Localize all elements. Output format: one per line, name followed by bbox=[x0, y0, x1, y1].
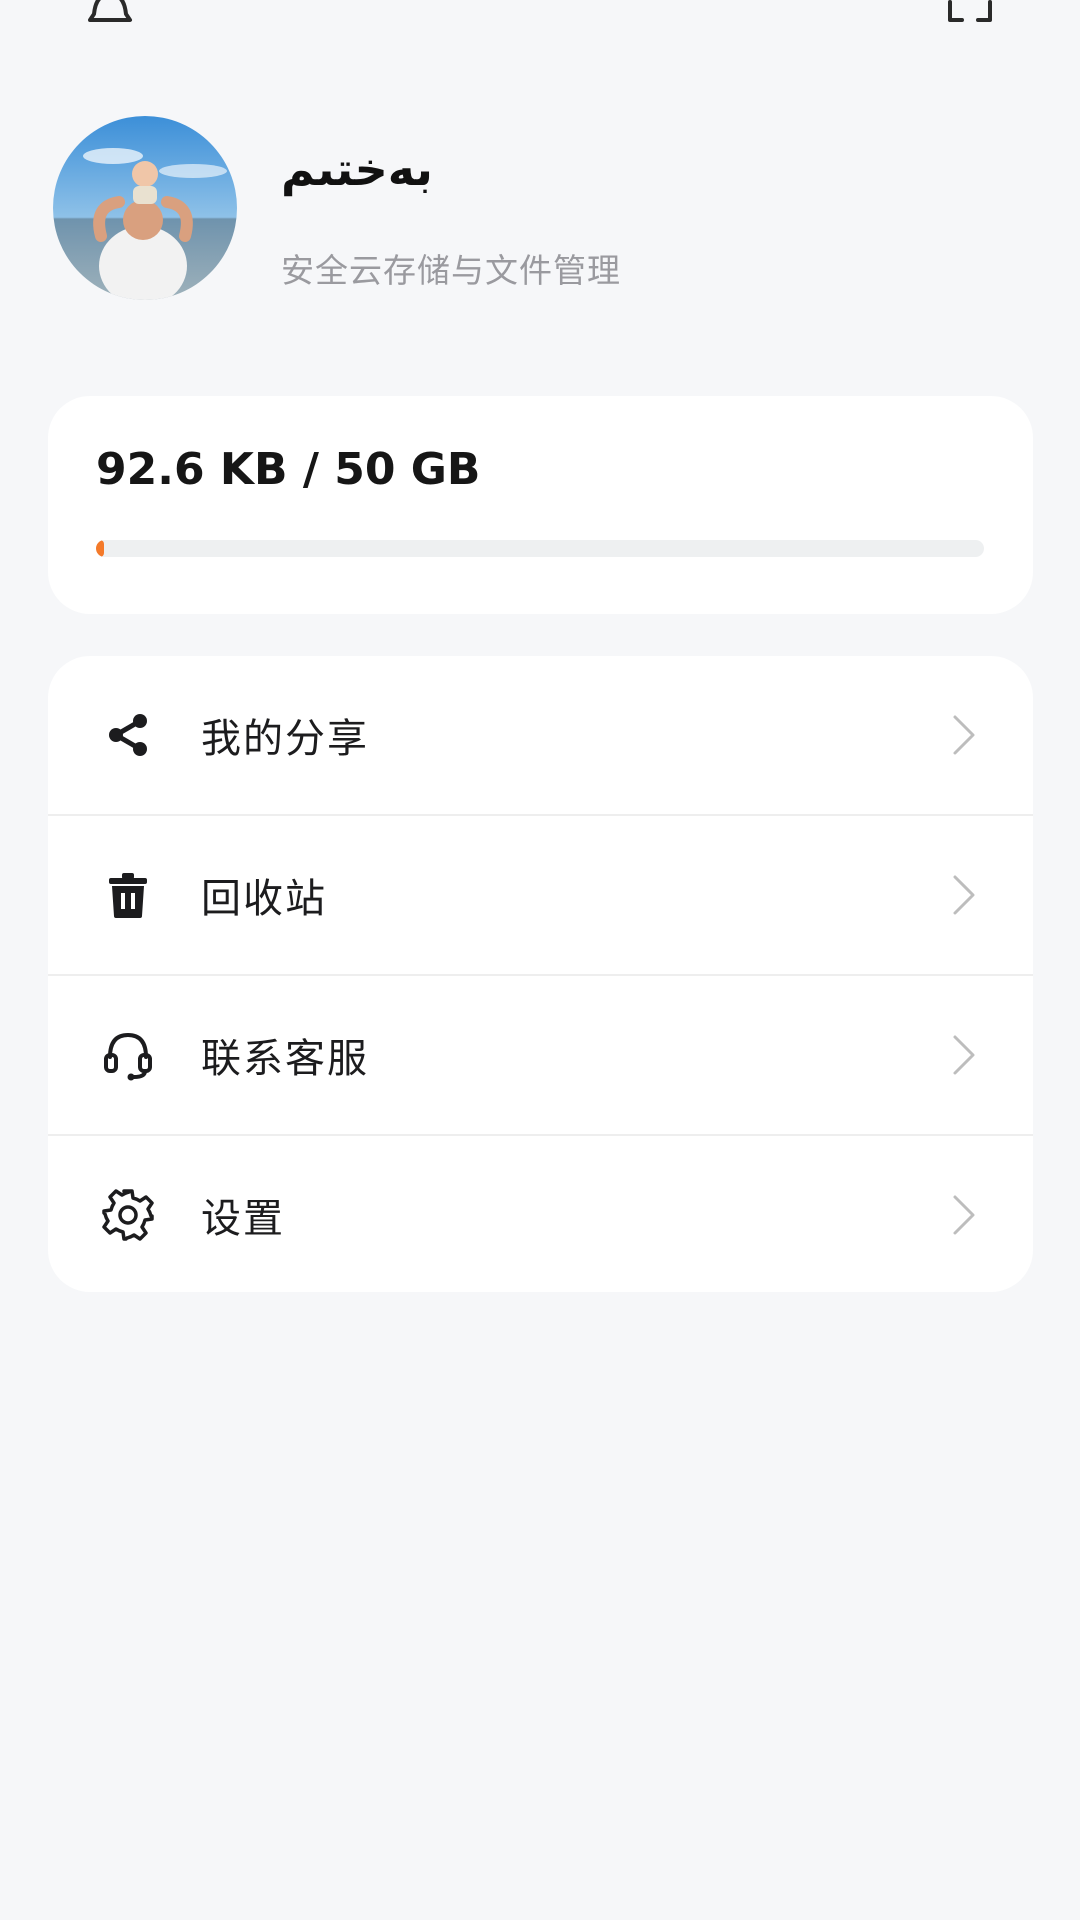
menu-item-settings[interactable]: 设置 bbox=[48, 1136, 1033, 1292]
gear-icon bbox=[100, 1187, 156, 1243]
menu-item-customer-service[interactable]: 联系客服 bbox=[48, 976, 1033, 1134]
menu-item-my-shares[interactable]: 我的分享 bbox=[48, 656, 1033, 814]
share-icon bbox=[100, 707, 156, 763]
storage-progress-bar bbox=[96, 540, 984, 557]
menu-item-label: 设置 bbox=[201, 1196, 285, 1242]
storage-card[interactable]: 92.6 KB / 50 GB bbox=[48, 396, 1033, 614]
scan-icon[interactable] bbox=[944, 0, 996, 32]
chevron-right-icon bbox=[949, 1193, 979, 1237]
chevron-right-icon bbox=[949, 713, 979, 757]
chevron-right-icon bbox=[949, 1033, 979, 1077]
menu-item-label: 我的分享 bbox=[201, 716, 369, 762]
storage-usage-text: 92.6 KB / 50 GB bbox=[96, 444, 481, 495]
storage-progress-fill bbox=[96, 540, 104, 557]
avatar[interactable] bbox=[53, 116, 237, 300]
menu-item-label: 联系客服 bbox=[201, 1036, 369, 1082]
menu-card: 我的分享 回收站 联系客服 设置 bbox=[48, 656, 1033, 1292]
menu-item-label: 回收站 bbox=[201, 876, 327, 922]
chevron-right-icon bbox=[949, 873, 979, 917]
profile-name: بەختىم bbox=[281, 142, 433, 196]
headset-icon bbox=[100, 1027, 156, 1083]
trash-icon bbox=[100, 867, 156, 923]
profile-header[interactable]: بەختىم 安全云存储与文件管理 bbox=[53, 116, 1033, 302]
profile-subtitle: 安全云存储与文件管理 bbox=[281, 251, 621, 290]
menu-item-recycle-bin[interactable]: 回收站 bbox=[48, 816, 1033, 974]
bell-icon[interactable] bbox=[84, 0, 136, 32]
